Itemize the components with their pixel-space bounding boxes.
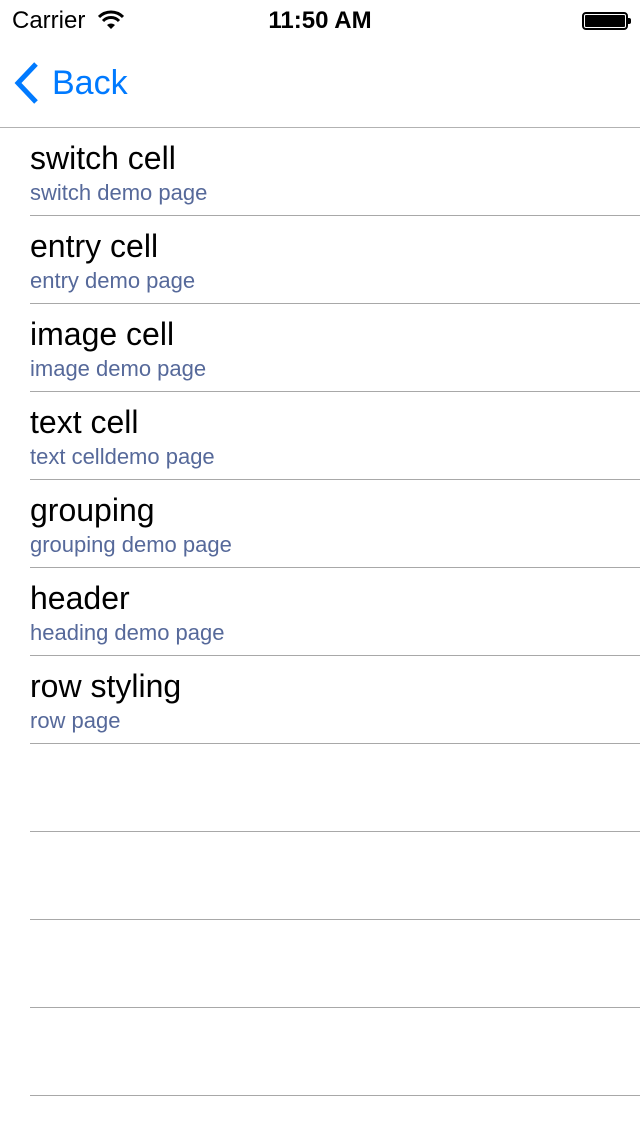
table-row[interactable]: header heading demo page [30,568,640,656]
row-subtitle: text celldemo page [30,444,215,469]
row-title: row styling [30,668,182,704]
row-subtitle: entry demo page [30,268,196,293]
empty-row [30,832,640,920]
empty-row [30,744,640,832]
row-subtitle: heading demo page [30,620,225,645]
row-title: header [30,580,130,616]
chevron-left-icon [14,62,38,104]
row-title: switch cell [30,140,176,176]
row-subtitle: grouping demo page [30,532,232,557]
table-row[interactable]: grouping grouping demo page [30,480,640,568]
empty-row [30,1008,640,1096]
row-subtitle: switch demo page [30,180,208,205]
table-row[interactable]: entry cell entry demo page [30,216,640,304]
table-row[interactable]: text cell text celldemo page [30,392,640,480]
status-bar: Carrier 11:50 AM [0,0,640,40]
table-row[interactable]: row styling row page [30,656,640,744]
row-subtitle: image demo page [30,356,207,381]
empty-row [30,920,640,1008]
battery-icon [582,12,631,30]
back-button[interactable]: Back [14,62,128,104]
row-title: grouping [30,492,155,528]
row-title: text cell [30,404,139,440]
row-title: image cell [30,316,175,352]
clock: 11:50 AM [268,7,372,34]
table-view[interactable]: switch cell switch demo page entry cell ent… [0,128,640,1096]
row-subtitle: row page [30,708,121,733]
navigation-bar: Back [0,40,640,128]
row-title: entry cell [30,228,159,264]
table-row[interactable]: switch cell switch demo page [30,128,640,216]
back-label: Back [52,63,128,102]
table-row[interactable]: image cell image demo page [30,304,640,392]
